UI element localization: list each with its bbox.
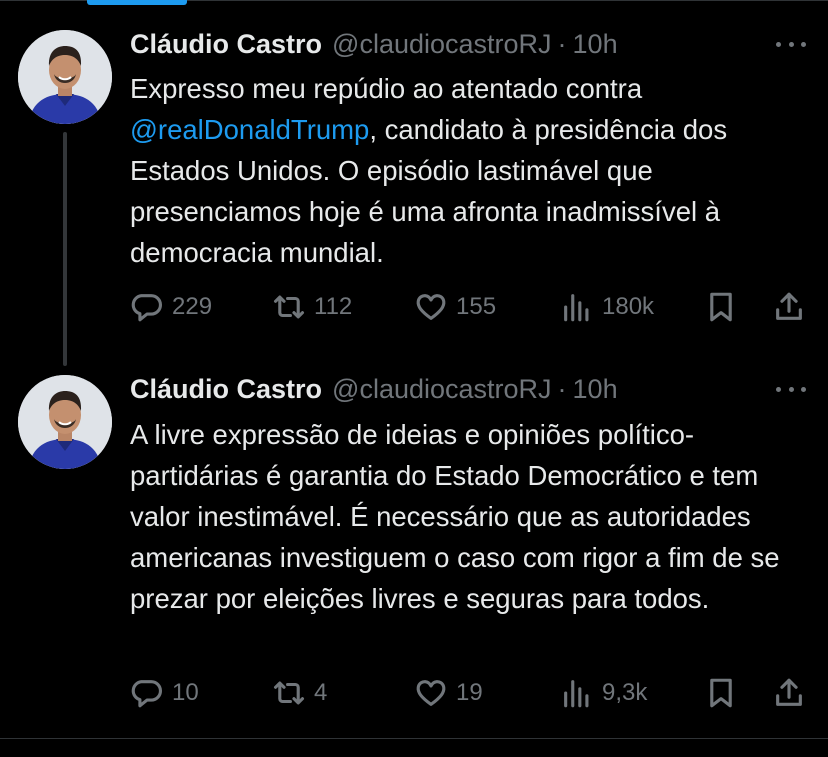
reply-count: 229: [172, 293, 213, 320]
bottom-divider: [0, 738, 828, 739]
tweet-text: A livre expressão de ideias e opiniões p…: [130, 419, 780, 614]
more-icon[interactable]: [776, 34, 806, 54]
timestamp[interactable]: 10h: [573, 29, 618, 60]
like-button[interactable]: 155: [414, 287, 496, 327]
avatar[interactable]: [18, 375, 112, 469]
reply-count: 10: [172, 679, 199, 706]
tweet-text: Expresso meu repúdio ao atentado contra …: [130, 68, 810, 273]
separator: ·: [557, 373, 567, 404]
bookmark-icon: [710, 292, 732, 322]
author-handle[interactable]: @claudiocastroRJ: [332, 374, 552, 405]
views-count: 9,3k: [602, 679, 648, 706]
more-icon[interactable]: [776, 379, 806, 399]
like-icon: [416, 680, 446, 706]
tweet-text-part: Expresso meu repúdio ao atentado contra: [130, 73, 643, 104]
share-icon: [776, 678, 802, 706]
views-count: 180k: [602, 293, 655, 320]
reply-button[interactable]: 10: [130, 673, 199, 713]
avatar-image: [18, 375, 112, 469]
like-button[interactable]: 19: [414, 673, 483, 713]
share-icon: [776, 292, 802, 320]
share-button[interactable]: [772, 287, 806, 327]
tweet-header: Cláudio Castro @claudiocastroRJ · 10h: [130, 372, 768, 406]
retweet-icon: [273, 681, 305, 705]
like-count: 19: [456, 679, 483, 706]
retweet-icon: [273, 295, 305, 319]
like-count: 155: [456, 293, 497, 320]
like-icon: [416, 294, 446, 320]
views-button[interactable]: 180k: [560, 287, 654, 327]
avatar[interactable]: [18, 30, 112, 124]
retweet-count: 4: [314, 679, 328, 706]
separator: ·: [557, 28, 567, 59]
views-icon: [564, 294, 589, 322]
retweet-button[interactable]: 4: [272, 673, 327, 713]
share-button[interactable]: [772, 673, 806, 713]
reply-icon: [131, 680, 163, 708]
bookmark-button[interactable]: [704, 673, 738, 713]
tweet-header: Cláudio Castro @claudiocastroRJ · 10h: [130, 27, 768, 61]
author-name[interactable]: Cláudio Castro: [130, 29, 322, 60]
reply-button[interactable]: 229: [130, 287, 212, 327]
action-bar: 229 112 155 180k: [130, 287, 810, 327]
views-icon: [564, 680, 589, 708]
retweet-button[interactable]: 112: [272, 287, 352, 327]
mention-link[interactable]: @realDonaldTrump: [130, 114, 369, 145]
author-handle[interactable]: @claudiocastroRJ: [332, 29, 552, 60]
retweet-count: 112: [314, 293, 353, 320]
action-bar: 10 4 19 9,3k: [130, 673, 810, 713]
reply-icon: [131, 294, 163, 322]
tweet[interactable]: Cláudio Castro @claudiocastroRJ · 10h Ex…: [0, 0, 828, 350]
bookmark-button[interactable]: [704, 287, 738, 327]
bookmark-icon: [710, 678, 732, 708]
timestamp[interactable]: 10h: [573, 374, 618, 405]
avatar-image: [18, 30, 112, 124]
views-button[interactable]: 9,3k: [560, 673, 647, 713]
author-name[interactable]: Cláudio Castro: [130, 374, 322, 405]
tweet[interactable]: Cláudio Castro @claudiocastroRJ · 10h A …: [0, 350, 828, 738]
